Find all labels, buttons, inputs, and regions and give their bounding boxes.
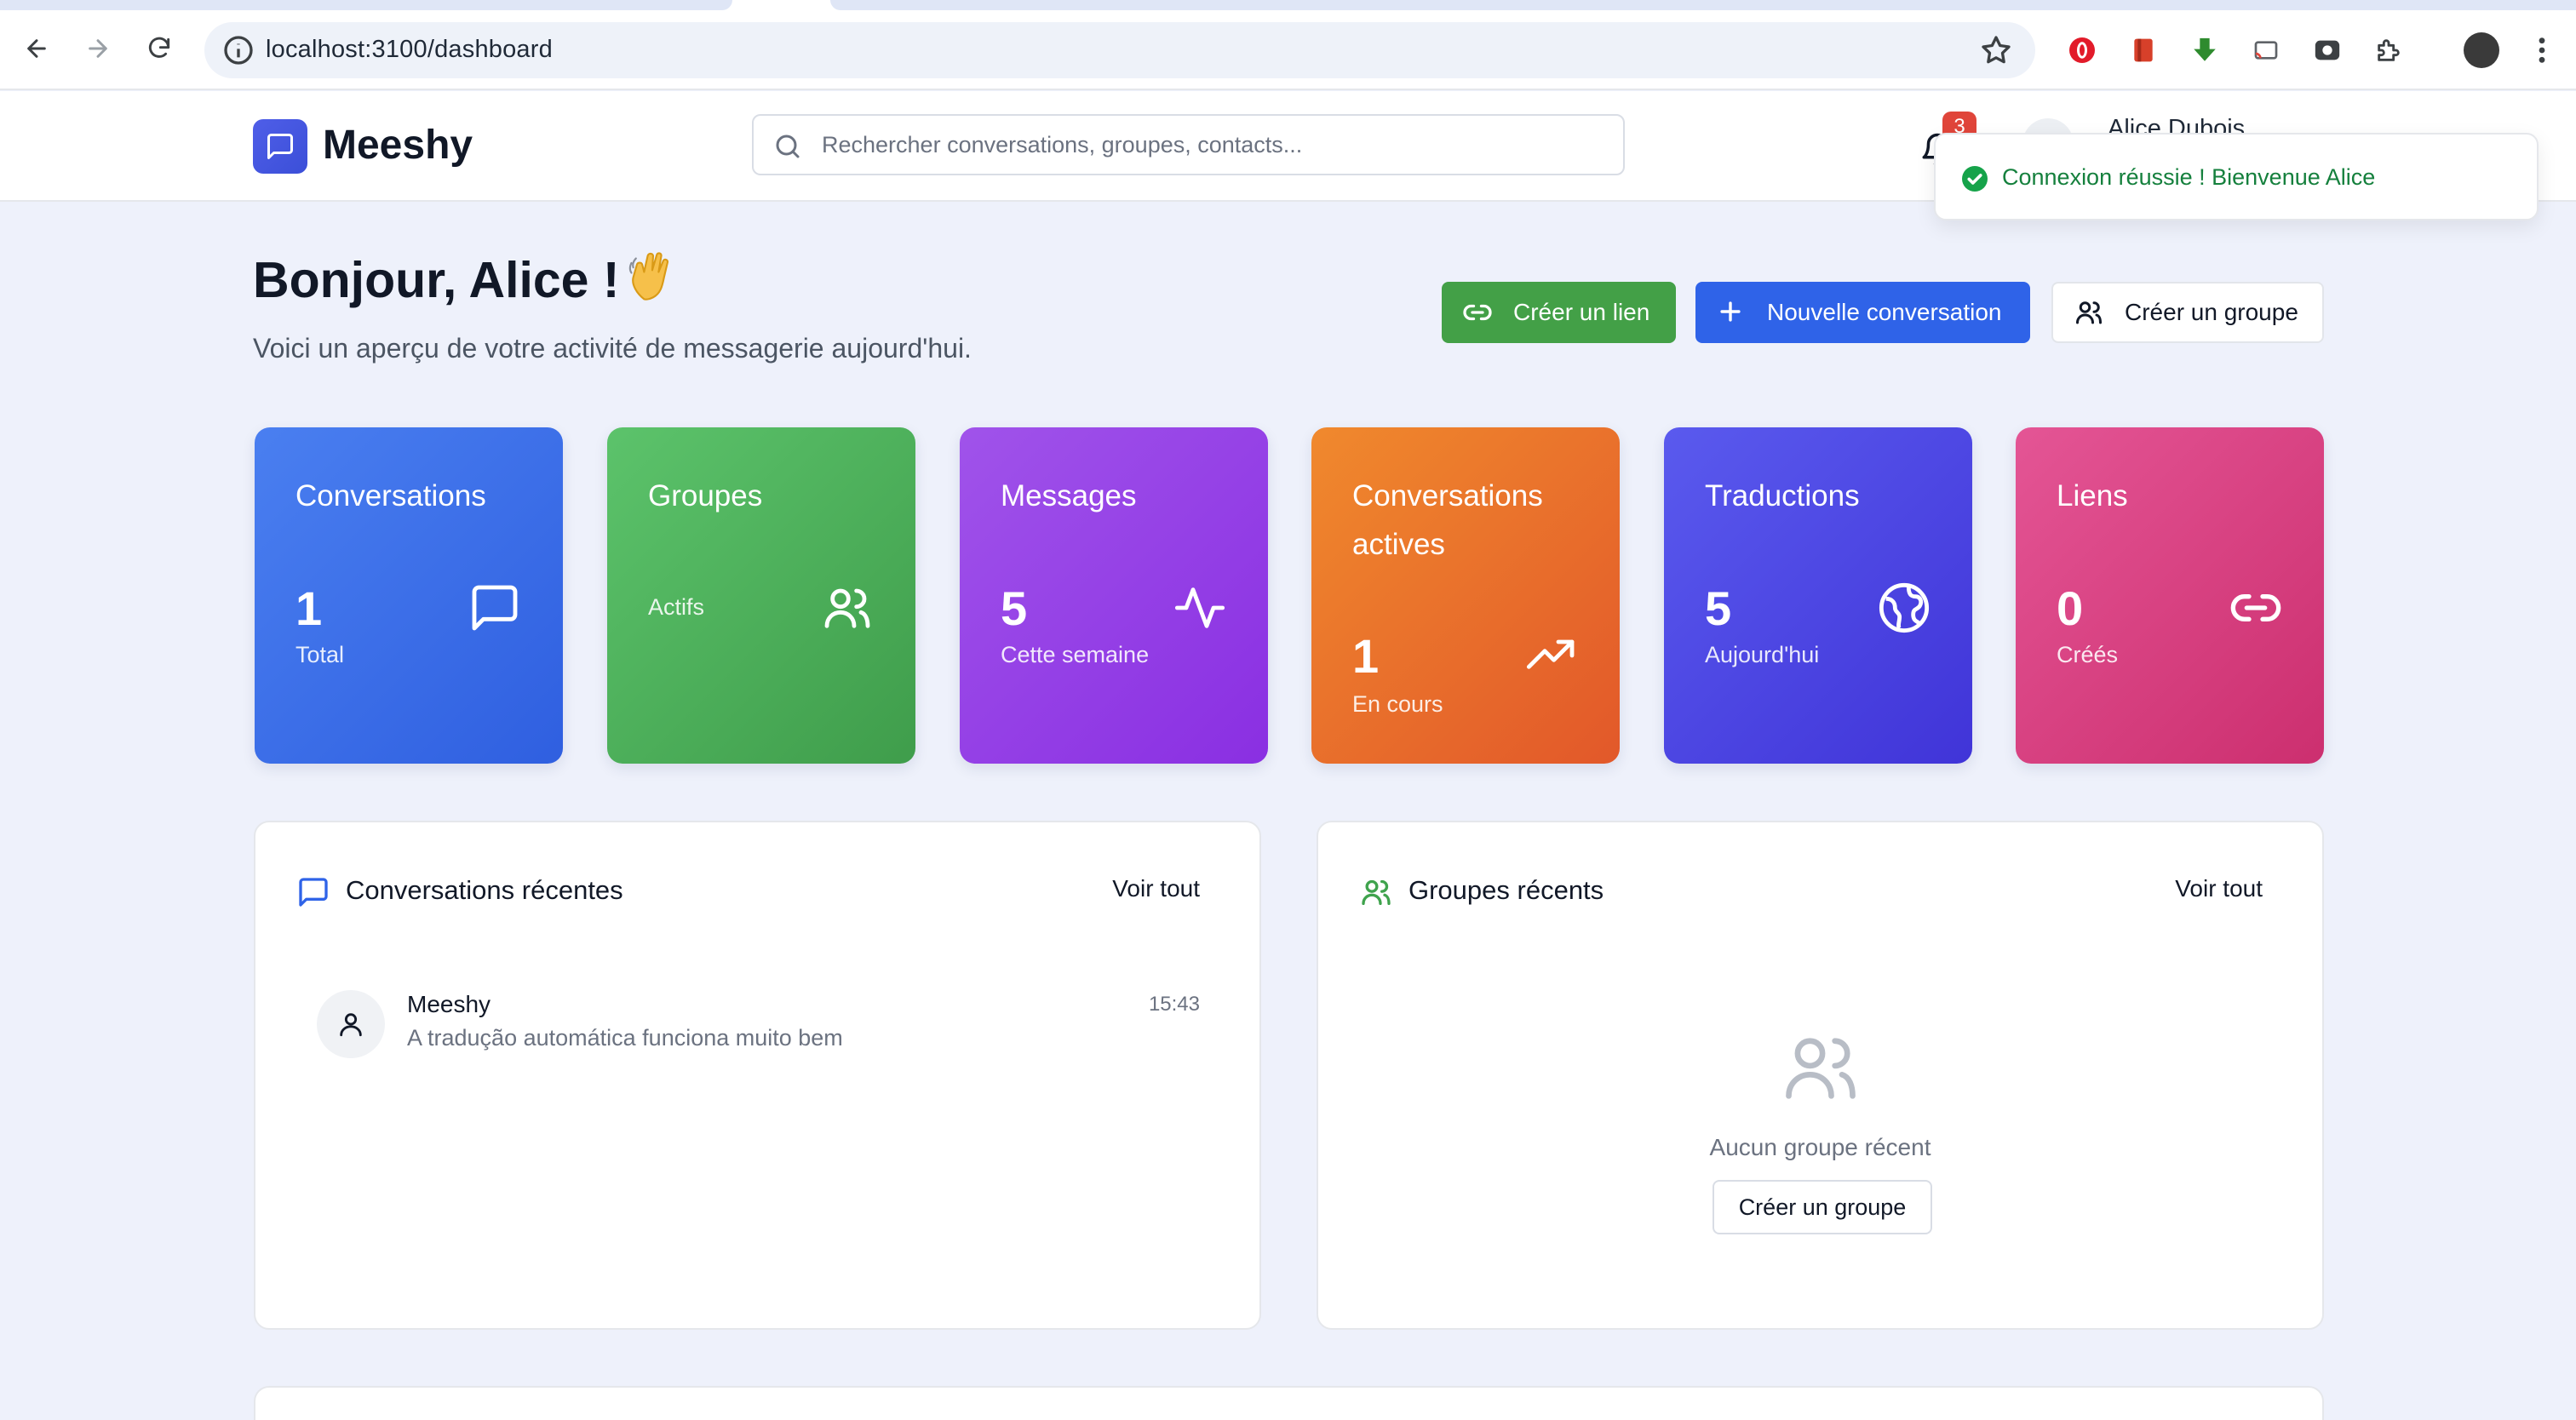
message-square-icon — [472, 585, 518, 631]
recent-groups-panel: Groupes récents Voir tout Aucun groupe r… — [1317, 821, 2324, 1330]
stat-value: 0 — [2057, 581, 2084, 635]
browser-tab-inactive[interactable] — [0, 0, 732, 10]
search-input[interactable] — [822, 126, 1605, 163]
arrow-right-icon — [89, 39, 107, 58]
stat-value: 5 — [1001, 581, 1028, 635]
extension-book-icon[interactable] — [2127, 34, 2160, 66]
toast-message: Connexion réussie ! Bienvenue Alice — [2002, 164, 2376, 190]
stat-value: 1 — [1352, 629, 1380, 683]
stat-value: 5 — [1705, 581, 1732, 635]
stat-title: Conversations — [295, 479, 486, 512]
page-title: Bonjour, Alice ! — [253, 252, 620, 308]
kebab-menu-icon — [2539, 37, 2545, 63]
page-subtitle: Voici un aperçu de votre activité de mes… — [253, 333, 972, 364]
message-square-icon — [299, 878, 328, 907]
extension-download-icon[interactable] — [2189, 34, 2221, 66]
new-conversation-label: Nouvelle conversation — [1767, 299, 2002, 325]
stat-title: Conversations actives — [1352, 479, 1543, 561]
link-icon — [1463, 304, 1492, 321]
bookmark-star-icon[interactable] — [1979, 33, 2013, 67]
trending-up-icon — [1526, 639, 1575, 669]
link-icon — [2230, 594, 2281, 621]
users-icon — [1362, 879, 1391, 905]
browser-profile-avatar[interactable] — [2464, 32, 2499, 68]
stat-label: Créés — [2057, 642, 2119, 667]
stat-card-groups[interactable]: Groupes Actifs — [607, 427, 915, 764]
see-all-groups-link[interactable]: Voir tout — [2175, 875, 2263, 902]
create-link-button[interactable]: Créer un lien — [1442, 282, 1676, 343]
plus-icon — [1720, 301, 1741, 322]
stat-label: Cette semaine — [1001, 642, 1150, 667]
users-icon — [1786, 1038, 1856, 1099]
browser-tab-inactive[interactable] — [830, 0, 2576, 10]
brand-name[interactable]: Meeshy — [323, 122, 473, 169]
extension-profile-icon[interactable] — [2311, 34, 2344, 66]
panel-title: Conversations récentes — [346, 875, 623, 905]
create-group-empty-button[interactable]: Créer un groupe — [1713, 1180, 1932, 1234]
recent-conversations-panel: Conversations récentes Voir tout Meeshy … — [254, 821, 1261, 1330]
stat-card-links[interactable]: Liens 0 Créés — [2016, 427, 2324, 764]
stat-label: En cours — [1352, 691, 1443, 717]
bottom-panel — [254, 1386, 2324, 1420]
user-icon — [340, 1013, 362, 1037]
users-icon — [2076, 301, 2102, 324]
reload-icon — [148, 37, 170, 58]
stat-label: Total — [295, 642, 345, 667]
stat-card-translations[interactable]: Traductions 5 Aujourd'hui — [1664, 427, 1972, 764]
avatar — [317, 990, 385, 1058]
stat-title: Traductions — [1705, 479, 1860, 512]
empty-state-text: Aucun groupe récent — [1709, 1134, 1931, 1160]
stat-label: Actifs — [648, 594, 705, 620]
message-square-icon — [267, 134, 293, 159]
url-text[interactable]: localhost:3100/dashboard — [266, 36, 553, 64]
users-icon — [824, 588, 870, 628]
stat-card-messages[interactable]: Messages 5 Cette semaine — [960, 427, 1268, 764]
logo[interactable] — [253, 119, 307, 174]
create-link-label: Créer un lien — [1513, 299, 1650, 325]
extension-cast-icon[interactable] — [2250, 34, 2282, 66]
stat-title: Liens — [2057, 479, 2128, 512]
search-bar[interactable] — [752, 114, 1625, 175]
activity-icon — [1174, 587, 1225, 628]
check-circle-icon — [1962, 166, 1988, 192]
extension-opera-icon[interactable] — [2066, 34, 2098, 66]
forward-button[interactable] — [77, 27, 119, 70]
tab-strip — [0, 0, 2576, 10]
conversation-time: 15:43 — [1148, 993, 1200, 1016]
create-group-label: Créer un groupe — [2125, 299, 2298, 325]
stat-value: 1 — [295, 581, 323, 635]
see-all-conversations-link[interactable]: Voir tout — [1112, 875, 1200, 902]
stat-title: Messages — [1001, 479, 1137, 512]
globe-icon — [1879, 582, 1930, 633]
conversation-name: Meeshy — [407, 991, 491, 1017]
reload-button[interactable] — [138, 27, 181, 70]
new-conversation-button[interactable]: Nouvelle conversation — [1695, 282, 2030, 343]
search-icon — [776, 135, 800, 158]
waving-hand-icon — [628, 252, 669, 301]
browser-menu-button[interactable] — [2526, 34, 2558, 66]
stat-card-conversations[interactable]: Conversations 1 Total — [255, 427, 563, 764]
stat-card-active-conversations[interactable]: Conversations actives 1 En cours — [1311, 427, 1620, 764]
arrow-left-icon — [27, 39, 46, 58]
address-bar[interactable]: localhost:3100/dashboard — [204, 22, 2035, 78]
create-group-button[interactable]: Créer un groupe — [2051, 282, 2324, 343]
panel-title: Groupes récents — [1408, 875, 1604, 905]
stat-title: Groupes — [648, 479, 763, 512]
stat-label: Aujourd'hui — [1705, 642, 1820, 667]
back-button[interactable] — [15, 27, 58, 70]
conversation-last-message: A tradução automática funciona muito bem — [407, 1025, 843, 1051]
success-toast: Connexion réussie ! Bienvenue Alice — [1934, 133, 2539, 220]
site-info-icon[interactable] — [221, 33, 255, 67]
extensions-puzzle-icon[interactable] — [2372, 34, 2405, 66]
browser-toolbar: localhost:3100/dashboard — [0, 10, 2576, 90]
